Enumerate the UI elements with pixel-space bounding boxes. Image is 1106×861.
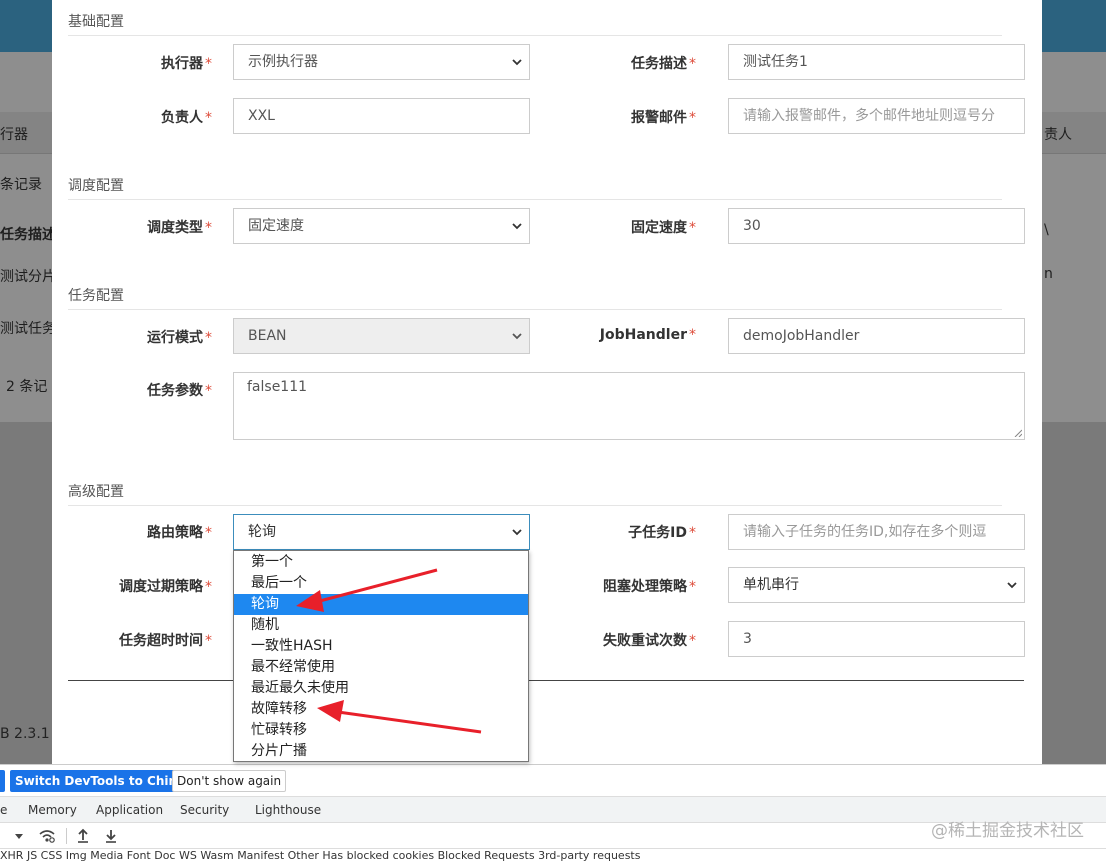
- network-conditions-icon[interactable]: [38, 828, 56, 844]
- devtools-tab-security[interactable]: Security: [180, 803, 229, 817]
- task-desc-label: 任务描述 *: [631, 56, 696, 72]
- section-advanced: 高级配置: [68, 481, 1002, 506]
- fixed-rate-label: 固定速度 *: [631, 220, 696, 236]
- chevron-down-icon: [512, 333, 522, 340]
- task-param-value: false111: [247, 379, 308, 395]
- bg-col-executor: 行器: [0, 127, 28, 143]
- task-param-label: 任务参数 *: [147, 383, 212, 399]
- route-option[interactable]: 第一个: [234, 552, 528, 573]
- bg-row-mark: \: [1044, 222, 1049, 238]
- bg-row-2: 测试任务: [0, 321, 56, 337]
- misfire-strategy-label: 调度过期策略 *: [119, 579, 212, 595]
- route-option[interactable]: 轮询: [234, 594, 528, 615]
- edit-task-modal: 基础配置 执行器 * 示例执行器 任务描述 * 测试任务1 负责人 * XXL 报警邮…: [52, 0, 1042, 764]
- task-desc-input[interactable]: 测试任务1: [728, 44, 1025, 80]
- bg-records-total: 2 条记: [6, 379, 48, 395]
- section-basic: 基础配置: [68, 11, 1002, 36]
- route-option[interactable]: 故障转移: [234, 699, 528, 720]
- route-strategy-select[interactable]: 轮询: [233, 514, 530, 550]
- route-option[interactable]: 忙碌转移: [234, 720, 528, 741]
- route-option[interactable]: 一致性HASH: [234, 636, 528, 657]
- dont-show-again-button[interactable]: Don't show again: [172, 770, 287, 792]
- chevron-down-icon: [512, 59, 522, 66]
- bg-col-owner: 责人: [1044, 127, 1072, 143]
- job-handler-label: JobHandler *: [599, 327, 696, 343]
- alarm-email-input[interactable]: 请输入报警邮件，多个邮件地址则逗号分: [728, 98, 1025, 134]
- owner-label: 负责人 *: [161, 110, 212, 126]
- schedule-type-label: 调度类型 *: [147, 220, 212, 236]
- devtools-tab-partial[interactable]: e: [0, 803, 7, 817]
- devtools-banner-button-partial[interactable]: [0, 770, 5, 792]
- devtools-language-banner: Switch DevTools to Chinese Don't show ag…: [0, 764, 1106, 796]
- executor-label: 执行器 *: [161, 56, 212, 72]
- fixed-rate-input[interactable]: 30: [728, 208, 1025, 244]
- route-option[interactable]: 最后一个: [234, 573, 528, 594]
- bg-row-1-right: n: [1044, 266, 1053, 282]
- bg-record-label: 条记录: [0, 177, 42, 193]
- route-option[interactable]: 最近最久未使用: [234, 678, 528, 699]
- devtools-tab-lighthouse[interactable]: Lighthouse: [255, 803, 321, 817]
- fail-retry-input[interactable]: 3: [728, 621, 1025, 657]
- section-task: 任务配置: [68, 285, 1002, 310]
- version-label: B 2.3.1: [0, 726, 50, 742]
- task-param-textarea[interactable]: false111: [233, 372, 1025, 440]
- route-option[interactable]: 随机: [234, 615, 528, 636]
- chevron-down-icon: [512, 529, 522, 536]
- fail-retry-label: 失败重试次数 *: [603, 633, 696, 649]
- schedule-type-select[interactable]: 固定速度: [233, 208, 530, 244]
- child-job-id-label: 子任务ID *: [628, 525, 696, 541]
- route-option[interactable]: 分片广播: [234, 741, 528, 762]
- block-strategy-label: 阻塞处理策略 *: [603, 579, 696, 595]
- owner-input[interactable]: XXL: [233, 98, 530, 134]
- throttle-dropdown-icon[interactable]: [14, 831, 24, 841]
- chevron-down-icon: [512, 223, 522, 230]
- bg-col-desc: 任务描述: [0, 227, 56, 243]
- route-strategy-dropdown[interactable]: 第一个 最后一个 轮询 随机 一致性HASH 最不经常使用 最近最久未使用 故障转移 忙碌转移分…: [233, 550, 529, 762]
- watermark: @稀土掘金技术社区: [931, 821, 1084, 841]
- executor-select[interactable]: 示例执行器: [233, 44, 530, 80]
- run-mode-label: 运行模式 *: [147, 330, 212, 346]
- child-job-id-input[interactable]: 请输入子任务的任务ID,如存在多个则逗: [728, 514, 1025, 550]
- resize-handle-icon[interactable]: [1014, 429, 1022, 437]
- import-har-icon[interactable]: [77, 828, 89, 843]
- form-divider: [68, 680, 1024, 681]
- section-schedule: 调度配置: [68, 175, 1002, 200]
- run-mode-select[interactable]: BEAN: [233, 318, 530, 354]
- toolbar-divider: [66, 828, 67, 844]
- devtools-filter-row[interactable]: XHR JS CSS Img Media Font Doc WS Wasm Ma…: [0, 849, 1106, 861]
- devtools-tab-application[interactable]: Application: [96, 803, 163, 817]
- route-option[interactable]: 最不经常使用: [234, 657, 528, 678]
- export-har-icon[interactable]: [105, 828, 117, 843]
- alarm-email-label: 报警邮件 *: [631, 110, 696, 126]
- timeout-label: 任务超时时间 *: [119, 633, 212, 649]
- route-strategy-label: 路由策略 *: [147, 525, 212, 541]
- job-handler-input[interactable]: demoJobHandler: [728, 318, 1025, 354]
- devtools-tab-memory[interactable]: Memory: [28, 803, 77, 817]
- block-strategy-select[interactable]: 单机串行: [728, 567, 1025, 603]
- bg-row-1: 测试分片: [0, 269, 56, 285]
- chevron-down-icon: [1007, 582, 1017, 589]
